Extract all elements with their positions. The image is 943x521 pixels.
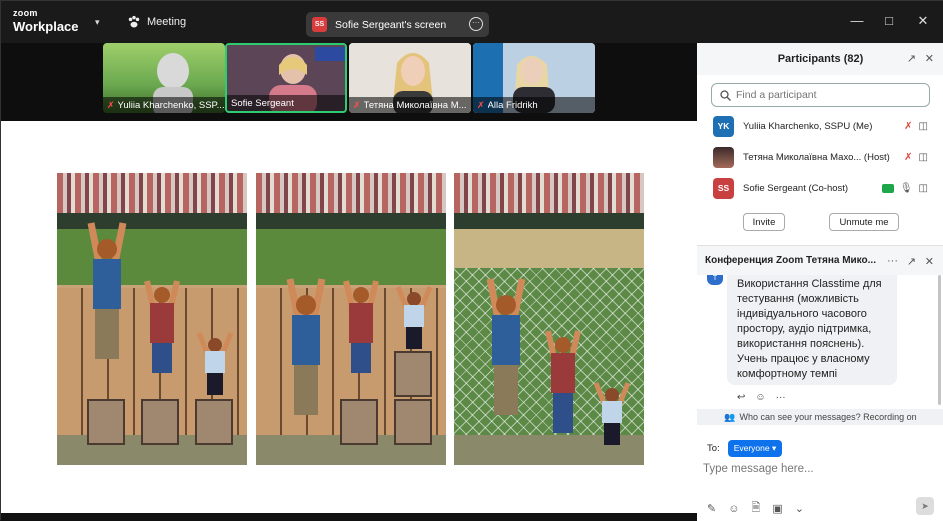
pop-out-icon[interactable]: ↗ [907,52,916,65]
screenshot-icon[interactable]: ▣ [772,502,782,515]
unmute-me-button[interactable]: Unmute me [829,213,899,231]
participant-name: Sofie Sergeant (Co-host) [743,182,849,194]
zoom-logo[interactable]: zoom Workplace [13,8,79,34]
meeting-label: Meeting [147,16,187,28]
avatar: SS [713,177,734,199]
sidebar: Participants (82) ↗ ✕ YK Yuliia Kharchen… [697,43,943,521]
search-icon [720,89,731,101]
illustration-panel-equality [57,173,247,465]
sharer-avatar: SS [312,17,327,32]
person-medium [144,280,180,373]
tile-name: Yuliia Kharchenko, SSP... [117,99,225,111]
mic-muted-icon: ✗ [904,120,913,132]
tile-name: Тетяна Миколаївна М... [363,99,467,111]
video-tile[interactable]: ✗ Тетяна Миколаївна М... [349,43,471,113]
recipient-select[interactable]: Everyone ▾ [727,440,783,457]
participant-row[interactable]: YK Yuliia Kharchenko, SSPU (Me) ✗ ◫ [713,115,928,137]
tile-name: Alla Fridrikh [487,99,538,111]
person-short [395,286,433,349]
video-tile-active[interactable]: Sofie Sergeant [225,43,347,113]
tile-name: Sofie Sergeant [231,97,294,109]
more-icon[interactable]: ··· [887,255,898,267]
participants-header: Participants (82) ↗ ✕ [697,43,943,75]
message-actions: ↩ ☺ ··· [737,392,786,403]
chat-toolbar: ✎ ☺ 🗎 ▣ ⌄ [707,499,804,518]
people-icon: 👥 [724,411,736,422]
illustration-panel-justice [454,173,644,465]
paw-icon [128,15,140,28]
emoji-react-icon[interactable]: ☺ [755,392,765,403]
to-label: To: [707,443,720,454]
shared-screen [1,121,697,513]
person-short [196,332,234,395]
chat-input[interactable]: Type message here... [703,463,814,475]
chat-scrollbar[interactable] [938,275,941,405]
participant-name: Тетяна Миколаївна Махо... (Host) [743,151,890,163]
participant-name: Yuliia Kharchenko, SSPU (Me) [743,120,873,132]
file-icon[interactable]: 🗎 [751,499,760,518]
format-icon[interactable]: ✎ [707,502,716,515]
recipient-row: To: Everyone ▾ [707,440,783,457]
illustration-panel-equity [256,173,446,465]
chat-title: Конференция Zoom Тетяна Мико... [705,255,876,266]
person-medium [545,330,581,433]
meeting-button[interactable]: Meeting [127,15,186,29]
person-tall [87,222,127,359]
reply-icon[interactable]: ↩ [737,392,745,403]
sender-avatar: T [707,275,723,285]
close-chat-icon[interactable]: ✕ [925,255,934,268]
share-screen-icon [881,183,894,193]
person-tall [486,278,526,415]
pop-out-icon[interactable]: ↗ [907,255,916,268]
participant-row[interactable]: SS Sofie Sergeant (Co-host) 🎙 ◫ [713,177,928,199]
video-off-icon: ◫ [918,182,928,194]
invite-button[interactable]: Invite [743,213,785,231]
close-icon[interactable]: ✕ [915,13,931,29]
chat-message: Використання Classtime для тестування (м… [727,275,897,385]
participant-row[interactable]: Тетяна Миколаївна Махо... (Host) ✗ ◫ [713,146,928,168]
person-short [593,382,631,445]
mic-muted-icon: ✗ [353,99,361,110]
title-bar: zoom Workplace ▾ Meeting SS Sofie Sergea… [1,1,943,43]
minimize-icon[interactable]: — [849,13,865,28]
video-off-icon: ◫ [918,120,928,132]
mic-muted-icon: ✗ [477,99,485,110]
video-off-icon: ◫ [918,151,928,163]
mic-muted-icon: ✗ [107,99,115,110]
person-medium [343,280,379,373]
video-gallery: ✗ Yuliia Kharchenko, SSP... Sofie Sergean… [1,43,697,121]
screen-share-indicator[interactable]: SS Sofie Sergeant's screen ··· [306,12,489,37]
share-label: Sofie Sergeant's screen [335,18,447,31]
participant-search[interactable] [711,83,930,107]
participants-title: Participants (82) [777,53,864,65]
emoji-icon[interactable]: ☺ [728,503,739,515]
chat-header: Конференция Zoom Тетяна Мико... ··· ↗ ✕ [697,245,943,275]
close-panel-icon[interactable]: ✕ [925,52,934,65]
avatar: YK [713,115,734,137]
maximize-icon[interactable]: □ [881,13,897,28]
video-tile[interactable]: ✗ Yuliia Kharchenko, SSP... [103,43,225,113]
more-icon[interactable]: ··· [776,392,786,403]
search-input[interactable] [736,89,916,101]
chevron-down-icon[interactable]: ⌄ [795,502,804,515]
chat-notice[interactable]: 👥 Who can see your messages? Recording o… [697,409,943,425]
video-tile[interactable]: ✗ Alla Fridrikh [473,43,595,113]
send-icon[interactable]: ➤ [916,497,934,515]
zoom-window: zoom Workplace ▾ Meeting SS Sofie Sergea… [0,0,943,521]
person-tall [286,278,326,415]
mic-icon: 🎙 [899,182,913,194]
chevron-down-icon[interactable]: ▾ [95,17,100,28]
notice-text: Who can see your messages? Recording on [739,412,917,422]
brand-bottom: Workplace [13,19,79,34]
avatar [713,146,734,168]
brand-top: zoom [13,8,38,18]
more-options-icon[interactable]: ··· [469,17,483,31]
mic-muted-icon: ✗ [904,151,913,163]
recipient-value: Everyone [733,443,770,453]
